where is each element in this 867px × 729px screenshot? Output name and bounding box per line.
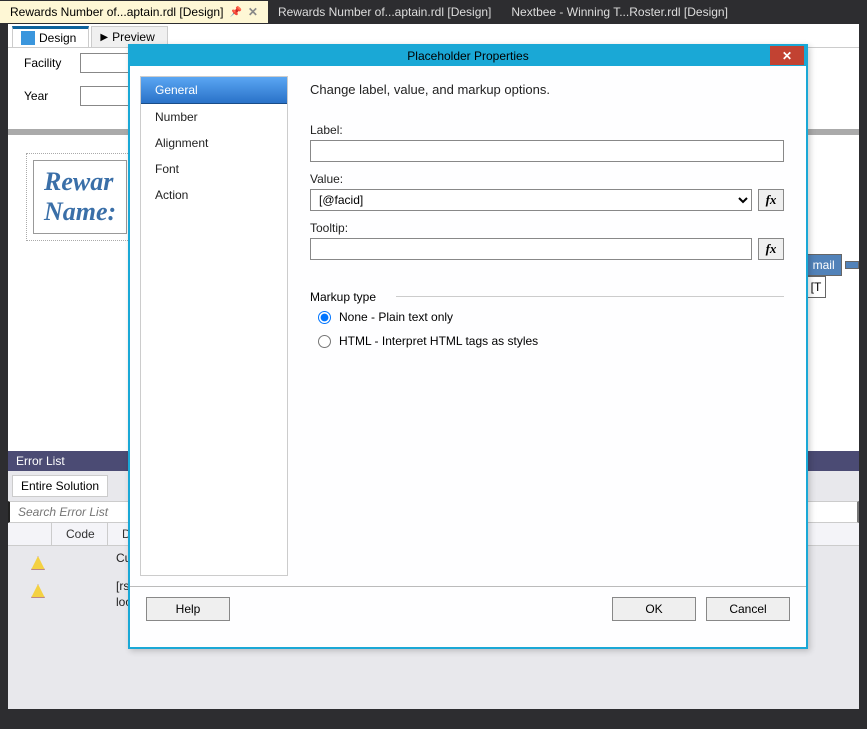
markup-radio-none[interactable]: None - Plain text only <box>310 305 784 329</box>
tab-label: Rewards Number of...aptain.rdl [Design] <box>278 5 491 19</box>
radio-html-label: HTML - Interpret HTML tags as styles <box>339 334 538 348</box>
report-design-surface[interactable]: Rewar Name: <box>26 153 134 241</box>
report-title1: Rewar <box>44 167 116 197</box>
dialog-nav: General Number Alignment Font Action <box>140 76 288 576</box>
tab-label: Nextbee - Winning T...Roster.rdl [Design… <box>511 5 728 19</box>
design-icon <box>21 31 35 45</box>
tab-design-label: Design <box>39 31 76 45</box>
year-input[interactable] <box>80 86 134 106</box>
tab-doc-1[interactable]: Rewards Number of...aptain.rdl [Design] … <box>0 1 268 23</box>
tab-preview-label: Preview <box>112 30 155 44</box>
nav-alignment[interactable]: Alignment <box>141 130 287 156</box>
markup-title: Markup type <box>310 290 376 304</box>
dialog-content: Change label, value, and markup options.… <box>288 66 806 586</box>
value-select[interactable]: [@facid] <box>310 189 752 211</box>
warning-icon <box>31 584 45 598</box>
year-label: Year <box>24 89 72 103</box>
ok-button[interactable]: OK <box>612 597 696 621</box>
markup-radio-html[interactable]: HTML - Interpret HTML tags as styles <box>310 329 784 353</box>
document-tabs: Rewards Number of...aptain.rdl [Design] … <box>0 0 867 24</box>
facility-input[interactable] <box>80 53 134 73</box>
markup-group: Markup type None - Plain text only HTML … <box>310 290 784 353</box>
nav-number[interactable]: Number <box>141 104 287 130</box>
column-value[interactable]: [T <box>806 276 827 298</box>
help-button[interactable]: Help <box>146 597 230 621</box>
tablix-columns: mail [T <box>806 254 859 298</box>
label-label: Label: <box>310 123 784 137</box>
dialog-close-button[interactable]: ✕ <box>770 46 804 65</box>
tooltip-input[interactable] <box>310 238 752 260</box>
nav-action[interactable]: Action <box>141 182 287 208</box>
report-title2: Name: <box>44 197 116 227</box>
tab-design[interactable]: Design <box>12 26 89 47</box>
col-code[interactable]: Code <box>52 523 108 545</box>
tab-doc-2[interactable]: Rewards Number of...aptain.rdl [Design] <box>268 1 501 23</box>
tooltip-label: Tooltip: <box>310 221 784 235</box>
dialog-title[interactable]: Placeholder Properties ✕ <box>130 46 806 66</box>
dialog-summary: Change label, value, and markup options. <box>310 82 784 97</box>
value-expression-button[interactable]: fx <box>758 189 784 211</box>
dialog-footer: Help OK Cancel <box>130 586 806 631</box>
radio-none-label: None - Plain text only <box>339 310 453 324</box>
warning-icon <box>31 556 45 570</box>
tab-label: Rewards Number of...aptain.rdl [Design] <box>10 5 223 19</box>
preview-icon: ▶ <box>100 32 108 43</box>
facility-label: Facility <box>24 56 72 70</box>
label-input[interactable] <box>310 140 784 162</box>
tab-doc-3[interactable]: Nextbee - Winning T...Roster.rdl [Design… <box>501 1 738 23</box>
radio-html[interactable] <box>318 335 331 348</box>
column-header[interactable]: mail <box>806 254 842 276</box>
close-icon[interactable]: ✕ <box>248 5 258 19</box>
radio-none[interactable] <box>318 311 331 324</box>
nav-font[interactable]: Font <box>141 156 287 182</box>
cancel-button[interactable]: Cancel <box>706 597 790 621</box>
error-scope-dropdown[interactable]: Entire Solution <box>12 475 108 497</box>
placeholder-properties-dialog: Placeholder Properties ✕ General Number … <box>128 44 808 649</box>
value-label: Value: <box>310 172 784 186</box>
tooltip-expression-button[interactable]: fx <box>758 238 784 260</box>
col-icon[interactable] <box>8 523 52 545</box>
nav-general[interactable]: General <box>141 77 287 104</box>
pin-icon[interactable]: 📌 <box>229 7 241 18</box>
